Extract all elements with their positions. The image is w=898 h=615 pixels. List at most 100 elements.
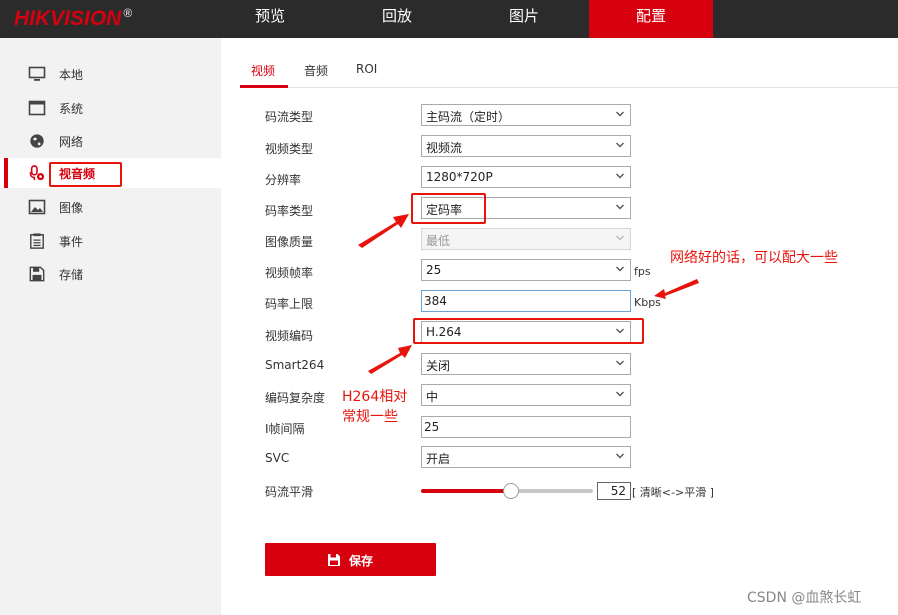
svc-select[interactable]: 开启	[421, 446, 631, 468]
sidebar-item-storage[interactable]: 存储	[0, 259, 221, 289]
frame-rate-unit: fps	[634, 265, 651, 278]
arrow-bitrate-type	[358, 214, 409, 248]
chevron-down-icon	[616, 266, 624, 272]
image-quality-label: 图像质量	[265, 235, 314, 249]
save-button[interactable]: 保存	[265, 543, 436, 576]
stream-type-value: 主码流（定时）	[426, 110, 511, 124]
nav-picture[interactable]: 图片	[462, 0, 586, 38]
nav-preview[interactable]: 预览	[208, 0, 332, 38]
max-bitrate-value: 384	[424, 294, 447, 308]
sidebar-item-label: 本地	[59, 68, 84, 82]
sidebar-item-network[interactable]: 网络	[0, 126, 221, 156]
chevron-down-icon	[616, 328, 624, 334]
max-bitrate-unit: Kbps	[634, 296, 661, 309]
logo-text: HIKVISION	[14, 7, 122, 30]
svc-value: 开启	[426, 452, 451, 466]
smart264-label: Smart264	[265, 358, 325, 372]
smart264-select[interactable]: 关闭	[421, 353, 631, 375]
sidebar-item-label: 系统	[59, 102, 84, 116]
svc-label: SVC	[265, 451, 290, 465]
resolution-label: 分辨率	[265, 173, 302, 187]
chevron-down-icon	[616, 111, 624, 117]
encoding-complexity-select[interactable]: 中	[421, 384, 631, 406]
hikvision-logo: HIKVISION ®	[14, 6, 132, 31]
stream-type-select[interactable]: 主码流（定时）	[421, 104, 631, 126]
frame-rate-label: 视频帧率	[265, 266, 314, 280]
smoothing-slider[interactable]	[421, 483, 593, 499]
max-bitrate-input[interactable]: 384	[421, 290, 631, 312]
globe-icon	[30, 134, 44, 148]
sidebar-item-label: 网络	[59, 135, 84, 149]
sidebar-item-system[interactable]: 系统	[0, 93, 221, 123]
bitrate-type-select[interactable]: 定码率	[421, 197, 631, 219]
video-type-label: 视频类型	[265, 142, 314, 156]
frame-rate-select[interactable]: 25	[421, 259, 631, 281]
arrow-h264-note	[368, 345, 412, 374]
sidebar-item-event[interactable]: 事件	[0, 226, 221, 256]
video-encoding-select[interactable]: H.264	[421, 321, 631, 343]
smoothing-value-box[interactable]: 52	[597, 482, 631, 500]
smoothing-slider-handle[interactable]	[503, 483, 520, 499]
chevron-down-icon	[616, 235, 624, 241]
save-button-label: 保存	[349, 554, 374, 568]
tab-video[interactable]: 视频	[251, 62, 275, 79]
nav-configuration[interactable]: 配置	[589, 0, 713, 38]
smoothing-value: 52	[610, 484, 626, 498]
video-encoding-label: 视频编码	[265, 329, 314, 343]
sidebar-item-image[interactable]: 图像	[0, 192, 221, 222]
chevron-down-icon	[616, 142, 624, 148]
monitor-icon	[28, 66, 46, 81]
smoothing-hint: [ 清晰<->平滑 ]	[632, 486, 714, 499]
bitrate-type-label: 码率类型	[265, 204, 314, 218]
watermark: CSDN @血煞长虹	[747, 590, 862, 606]
nav-playback[interactable]: 回放	[335, 0, 459, 38]
resolution-value: 1280*720P	[426, 170, 493, 184]
i-frame-interval-input[interactable]: 25	[421, 416, 631, 438]
active-tab-underline	[240, 85, 288, 88]
sidebar-item-label: 事件	[59, 235, 84, 249]
sidebar-item-audio-video[interactable]: 视音频	[0, 158, 221, 188]
tab-roi[interactable]: ROI	[356, 62, 377, 76]
event-list-icon	[30, 233, 44, 249]
frame-rate-value: 25	[426, 263, 442, 277]
image-quality-select: 最低	[421, 228, 631, 250]
chevron-down-icon	[616, 360, 624, 366]
i-frame-interval-label: I帧间隔	[265, 422, 305, 436]
sidebar-item-label: 图像	[59, 201, 84, 215]
tab-audio[interactable]: 音频	[304, 62, 328, 79]
smoothing-label: 码流平滑	[265, 485, 314, 499]
video-encoding-value: H.264	[426, 325, 462, 339]
resolution-select[interactable]: 1280*720P	[421, 166, 631, 188]
sidebar: 本地 系统 网络 视音频 图像 事件 存储	[0, 38, 221, 615]
chevron-down-icon	[616, 391, 624, 397]
sidebar-item-label: 视音频	[59, 167, 96, 181]
sidebar-item-local[interactable]: 本地	[0, 59, 221, 89]
sidebar-item-label: 存储	[59, 268, 84, 282]
microphone-icon	[29, 165, 45, 181]
floppy-icon	[29, 266, 45, 282]
system-icon	[28, 100, 46, 116]
floppy-icon	[328, 554, 340, 566]
active-indicator	[4, 158, 8, 188]
chevron-down-icon	[616, 204, 624, 210]
tab-divider	[240, 87, 898, 88]
annotation-network-note: 网络好的话，可以配大一些	[670, 250, 838, 266]
max-bitrate-label: 码率上限	[265, 297, 314, 311]
smoothing-slider-fill	[421, 489, 511, 493]
video-type-select[interactable]: 视频流	[421, 135, 631, 157]
bitrate-type-value: 定码率	[426, 203, 463, 217]
video-type-value: 视频流	[426, 141, 463, 155]
annotation-h264-note-line1: H264相对	[342, 389, 408, 405]
annotation-h264-note-line2: 常规一些	[342, 409, 398, 425]
smart264-value: 关闭	[426, 359, 451, 373]
chevron-down-icon	[616, 173, 624, 179]
image-quality-value: 最低	[426, 234, 451, 248]
stream-type-label: 码流类型	[265, 110, 314, 124]
encoding-complexity-value: 中	[426, 390, 439, 404]
chevron-down-icon	[616, 453, 624, 459]
top-bar: HIKVISION ® 预览 回放 图片 配置	[0, 0, 898, 38]
encoding-complexity-label: 编码复杂度	[265, 391, 326, 405]
logo-registered-mark: ®	[123, 6, 133, 20]
i-frame-interval-value: 25	[424, 420, 440, 434]
image-icon	[28, 199, 46, 215]
